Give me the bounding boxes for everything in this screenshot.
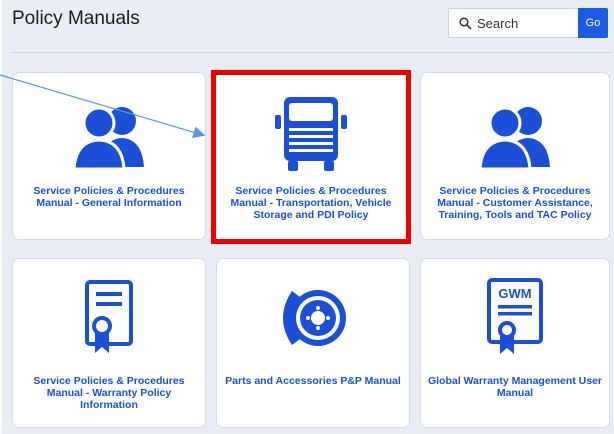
annotation-arrow <box>0 74 206 139</box>
